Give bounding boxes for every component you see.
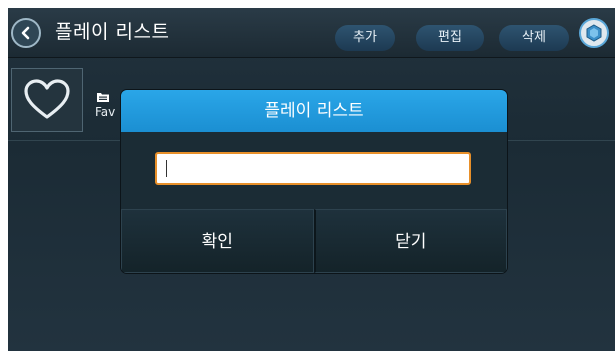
playlist-dialog: 플레이 리스트 확인 닫기 [121, 90, 507, 273]
dialog-body [121, 132, 507, 209]
text-caret [166, 160, 167, 177]
canvas: 플레이 리스트 추가 편집 삭제 Fav 플레이 리스트 확인 닫기 [0, 0, 615, 351]
confirm-button[interactable]: 확인 [121, 209, 314, 273]
playlist-thumbnail [11, 68, 83, 132]
folder-icon [97, 93, 109, 102]
close-button[interactable]: 닫기 [313, 209, 507, 273]
playlist-name-input[interactable] [155, 152, 471, 185]
heart-icon [24, 79, 70, 119]
app-logo-icon [586, 24, 602, 42]
delete-button[interactable]: 삭제 [499, 25, 569, 51]
list-item-label: Fav [95, 105, 116, 119]
chevron-left-icon [21, 26, 30, 40]
top-bar: 플레이 리스트 추가 편집 삭제 [8, 8, 615, 58]
add-button[interactable]: 추가 [335, 25, 395, 51]
dialog-footer: 확인 닫기 [121, 209, 507, 273]
app-screen: 플레이 리스트 추가 편집 삭제 Fav 플레이 리스트 확인 닫기 [8, 8, 615, 351]
dialog-title: 플레이 리스트 [121, 90, 507, 132]
app-logo-button[interactable] [579, 18, 609, 48]
back-button[interactable] [11, 18, 41, 48]
edit-button[interactable]: 편집 [416, 25, 484, 51]
page-title: 플레이 리스트 [55, 21, 170, 43]
